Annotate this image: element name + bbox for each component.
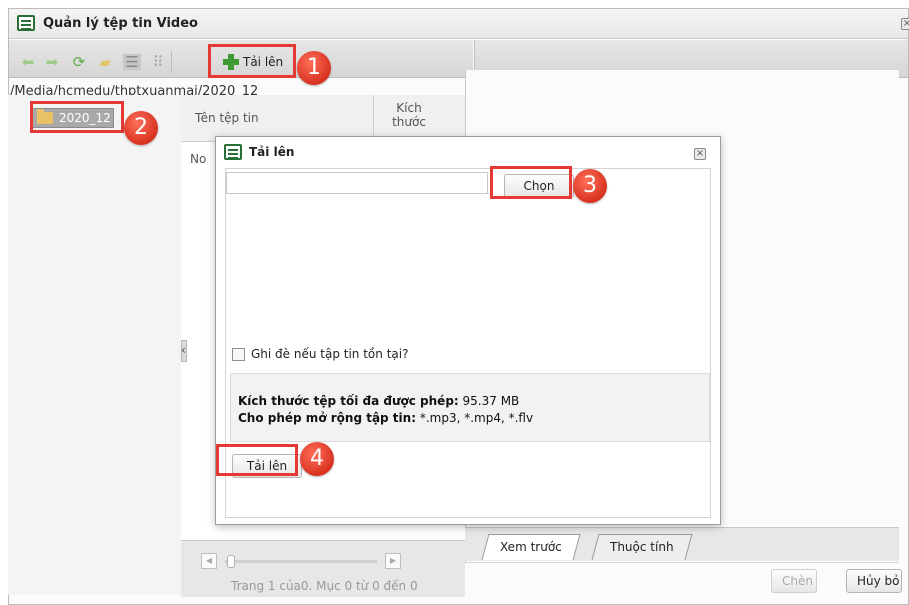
dialog-close-icon[interactable]: × — [694, 148, 706, 160]
thumbnail-view-icon[interactable]: ⠿ — [149, 54, 167, 70]
annotation-box-4 — [216, 444, 298, 476]
file-list-header: Tên tệp tin Kích thước — [181, 95, 465, 142]
overwrite-label: Ghi đè nếu tập tin tồn tại? — [251, 347, 409, 361]
cancel-button[interactable]: Hủy bỏ — [846, 569, 902, 593]
max-size-label: Kích thước tệp tối đa được phép: — [238, 394, 459, 408]
tab-preview[interactable]: Xem trước — [481, 534, 581, 560]
annotation-box-1 — [208, 44, 296, 78]
upload-info-box: Kích thước tệp tối đa được phép: 95.37 M… — [230, 373, 710, 442]
annotation-box-2 — [30, 101, 124, 133]
page-slider[interactable]: ◀ ▶ — [201, 553, 401, 569]
column-divider — [373, 95, 374, 142]
preview-action-bar: Chèn Hủy bỏ — [465, 562, 902, 597]
dialog-titlebar: Tải lên × — [216, 137, 720, 168]
back-arrow-icon[interactable]: ⬅ — [19, 54, 37, 70]
tab-properties[interactable]: Thuộc tính — [591, 534, 693, 560]
refresh-icon[interactable]: ⟳ — [70, 54, 88, 70]
panel-splitter[interactable] — [181, 340, 187, 362]
column-header-name[interactable]: Tên tệp tin — [195, 111, 259, 125]
page-info: Trang 1 của0. Mục 0 từ 0 đến 0 — [231, 579, 418, 593]
slider-track[interactable] — [225, 560, 377, 563]
app-window-icon — [17, 15, 35, 31]
dialog-title: Tải lên — [249, 145, 295, 159]
new-folder-icon[interactable]: ▰ — [96, 54, 114, 70]
max-size-value: 95.37 MB — [458, 394, 520, 408]
file-path-input[interactable] — [226, 172, 488, 194]
annotation-box-3 — [490, 166, 572, 199]
toolbar-separator — [171, 51, 172, 73]
column-header-size[interactable]: Kích thước — [389, 101, 429, 129]
folder-tree-panel — [8, 95, 188, 595]
extensions-label: Cho phép mở rộng tập tin: — [238, 411, 417, 425]
dialog-app-icon — [224, 144, 242, 160]
step-badge-3: 3 — [573, 169, 607, 203]
extensions-line: Cho phép mở rộng tập tin: *.mp3, *.mp4, … — [238, 411, 533, 425]
empty-list-text: No — [190, 152, 207, 166]
extensions-value: *.mp3, *.mp4, *.flv — [416, 411, 534, 425]
overwrite-checkbox[interactable] — [232, 348, 245, 361]
insert-button[interactable]: Chèn — [771, 569, 817, 593]
slider-right-icon[interactable]: ▶ — [385, 553, 401, 569]
step-badge-2: 2 — [124, 111, 158, 145]
step-badge-4: 4 — [300, 442, 334, 476]
pager-bar: ◀ ▶ Trang 1 của0. Mục 0 từ 0 đến 0 — [181, 540, 465, 597]
window-titlebar: Quản lý tệp tin Video × — [9, 9, 909, 39]
preview-tabs-bar: Xem trước Thuộc tính — [465, 527, 899, 561]
list-view-icon[interactable]: ☰ — [123, 54, 141, 70]
forward-arrow-icon[interactable]: ➡ — [43, 54, 61, 70]
window-close-icon[interactable]: × — [901, 18, 909, 30]
window-title: Quản lý tệp tin Video — [43, 16, 198, 31]
slider-thumb[interactable] — [227, 555, 235, 568]
step-badge-1: 1 — [297, 51, 331, 85]
slider-left-icon[interactable]: ◀ — [201, 553, 217, 569]
max-size-line: Kích thước tệp tối đa được phép: 95.37 M… — [238, 394, 519, 408]
